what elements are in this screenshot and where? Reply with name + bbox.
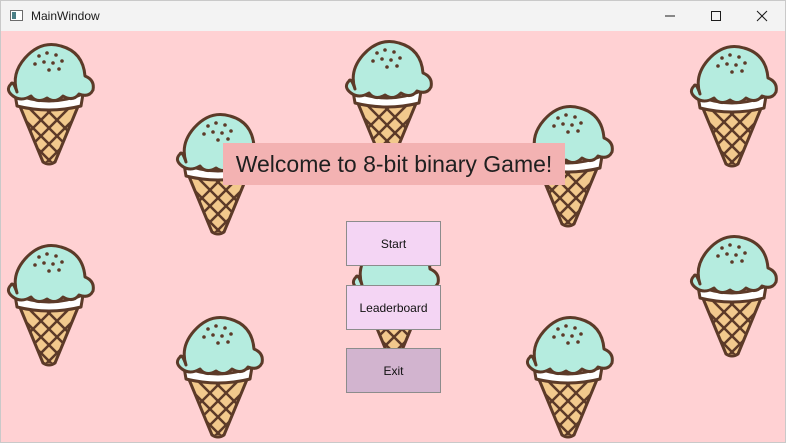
maximize-button[interactable] <box>693 1 739 31</box>
leaderboard-button[interactable]: Leaderboard <box>346 285 441 330</box>
ice-cream-cone-icon <box>520 307 616 442</box>
ice-cream-cone-icon <box>684 226 780 361</box>
ice-cream-cone-icon <box>1 235 97 370</box>
welcome-banner: Welcome to 8-bit binary Game! <box>223 143 565 185</box>
exit-button[interactable]: Exit <box>346 348 441 393</box>
minimize-button[interactable] <box>647 1 693 31</box>
ice-cream-cone-icon <box>1 34 97 169</box>
close-icon <box>756 10 768 22</box>
title-bar[interactable]: MainWindow <box>1 1 785 31</box>
close-button[interactable] <box>739 1 785 31</box>
main-window: MainWindow Welcome to 8-bit binary Game!… <box>0 0 786 443</box>
ice-cream-cone-icon <box>170 307 266 442</box>
window-title: MainWindow <box>31 9 100 23</box>
ice-cream-cone-icon <box>684 36 780 171</box>
start-button[interactable]: Start <box>346 221 441 266</box>
app-window-icon <box>10 10 23 21</box>
minimize-icon <box>665 15 675 17</box>
maximize-icon <box>711 11 721 21</box>
game-background: Welcome to 8-bit binary Game! Start Lead… <box>1 31 785 442</box>
